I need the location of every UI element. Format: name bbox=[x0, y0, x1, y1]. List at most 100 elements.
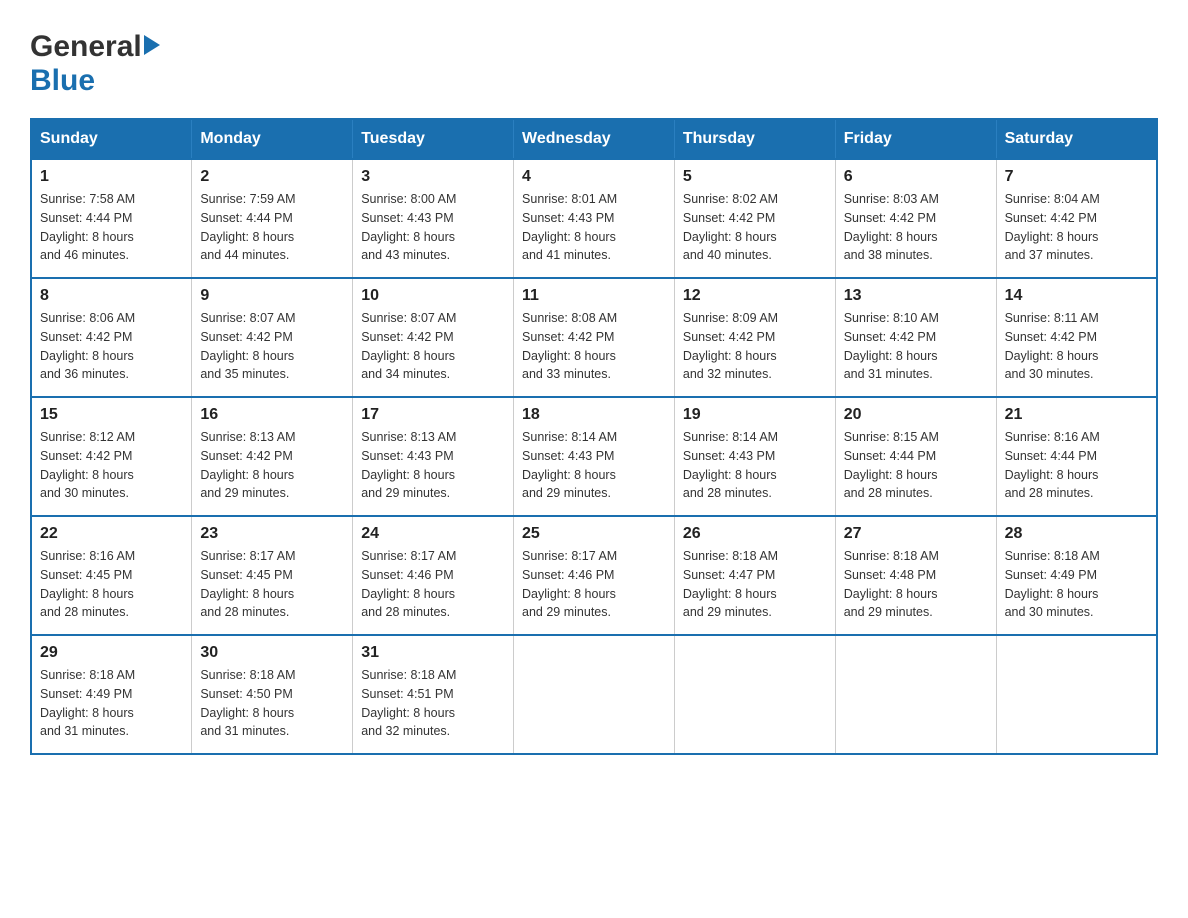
calendar-header: SundayMondayTuesdayWednesdayThursdayFrid… bbox=[31, 119, 1157, 159]
day-number: 4 bbox=[522, 168, 666, 186]
calendar-cell bbox=[835, 635, 996, 754]
day-info: Sunrise: 8:00 AMSunset: 4:43 PMDaylight:… bbox=[361, 190, 505, 265]
calendar-cell: 14 Sunrise: 8:11 AMSunset: 4:42 PMDayligh… bbox=[996, 278, 1157, 397]
day-info: Sunrise: 8:11 AMSunset: 4:42 PMDaylight:… bbox=[1005, 309, 1148, 384]
day-info: Sunrise: 8:07 AMSunset: 4:42 PMDaylight:… bbox=[361, 309, 505, 384]
calendar-cell: 2 Sunrise: 7:59 AMSunset: 4:44 PMDaylight… bbox=[192, 159, 353, 278]
day-of-week-wednesday: Wednesday bbox=[514, 119, 675, 159]
day-number: 27 bbox=[844, 525, 988, 543]
calendar-cell: 12Sunrise: 8:09 AMSunset: 4:42 PMDayligh… bbox=[674, 278, 835, 397]
day-info: Sunrise: 8:14 AMSunset: 4:43 PMDaylight:… bbox=[522, 428, 666, 503]
calendar-cell: 5 Sunrise: 8:02 AMSunset: 4:42 PMDaylight… bbox=[674, 159, 835, 278]
day-info: Sunrise: 8:16 AMSunset: 4:45 PMDaylight:… bbox=[40, 547, 183, 622]
calendar-cell: 15 Sunrise: 8:12 AMSunset: 4:42 PMDayligh… bbox=[31, 397, 192, 516]
day-info: Sunrise: 8:12 AMSunset: 4:42 PMDaylight:… bbox=[40, 428, 183, 503]
calendar-cell: 25 Sunrise: 8:17 AMSunset: 4:46 PMDayligh… bbox=[514, 516, 675, 635]
day-number: 24 bbox=[361, 525, 505, 543]
logo-arrow-icon bbox=[144, 35, 160, 55]
calendar-cell: 13 Sunrise: 8:10 AMSunset: 4:42 PMDayligh… bbox=[835, 278, 996, 397]
day-info: Sunrise: 8:10 AMSunset: 4:42 PMDaylight:… bbox=[844, 309, 988, 384]
calendar-cell: 28 Sunrise: 8:18 AMSunset: 4:49 PMDayligh… bbox=[996, 516, 1157, 635]
day-number: 15 bbox=[40, 406, 183, 424]
day-number: 3 bbox=[361, 168, 505, 186]
day-number: 30 bbox=[200, 644, 344, 662]
day-of-week-thursday: Thursday bbox=[674, 119, 835, 159]
calendar-cell: 16 Sunrise: 8:13 AMSunset: 4:42 PMDayligh… bbox=[192, 397, 353, 516]
day-number: 5 bbox=[683, 168, 827, 186]
week-row-4: 22 Sunrise: 8:16 AMSunset: 4:45 PMDayligh… bbox=[31, 516, 1157, 635]
calendar-cell: 24 Sunrise: 8:17 AMSunset: 4:46 PMDayligh… bbox=[353, 516, 514, 635]
day-number: 14 bbox=[1005, 287, 1148, 305]
day-of-week-tuesday: Tuesday bbox=[353, 119, 514, 159]
day-info: Sunrise: 8:16 AMSunset: 4:44 PMDaylight:… bbox=[1005, 428, 1148, 503]
day-info: Sunrise: 8:06 AMSunset: 4:42 PMDaylight:… bbox=[40, 309, 183, 384]
day-info: Sunrise: 8:14 AMSunset: 4:43 PMDaylight:… bbox=[683, 428, 827, 503]
day-info: Sunrise: 8:17 AMSunset: 4:46 PMDaylight:… bbox=[522, 547, 666, 622]
day-number: 11 bbox=[522, 287, 666, 305]
logo-general-text: General bbox=[30, 30, 142, 64]
day-number: 13 bbox=[844, 287, 988, 305]
day-number: 1 bbox=[40, 168, 183, 186]
day-number: 2 bbox=[200, 168, 344, 186]
calendar-cell: 29 Sunrise: 8:18 AMSunset: 4:49 PMDayligh… bbox=[31, 635, 192, 754]
day-number: 10 bbox=[361, 287, 505, 305]
day-info: Sunrise: 7:59 AMSunset: 4:44 PMDaylight:… bbox=[200, 190, 344, 265]
calendar-cell: 19 Sunrise: 8:14 AMSunset: 4:43 PMDayligh… bbox=[674, 397, 835, 516]
day-info: Sunrise: 8:18 AMSunset: 4:49 PMDaylight:… bbox=[1005, 547, 1148, 622]
day-info: Sunrise: 8:18 AMSunset: 4:47 PMDaylight:… bbox=[683, 547, 827, 622]
calendar-cell: 11Sunrise: 8:08 AMSunset: 4:42 PMDayligh… bbox=[514, 278, 675, 397]
day-number: 22 bbox=[40, 525, 183, 543]
day-of-week-saturday: Saturday bbox=[996, 119, 1157, 159]
calendar-cell: 26Sunrise: 8:18 AMSunset: 4:47 PMDayligh… bbox=[674, 516, 835, 635]
calendar-cell: 1 Sunrise: 7:58 AMSunset: 4:44 PMDaylight… bbox=[31, 159, 192, 278]
page-header: General Blue bbox=[30, 30, 1158, 98]
day-info: Sunrise: 8:17 AMSunset: 4:46 PMDaylight:… bbox=[361, 547, 505, 622]
calendar-cell: 7 Sunrise: 8:04 AMSunset: 4:42 PMDaylight… bbox=[996, 159, 1157, 278]
week-row-3: 15 Sunrise: 8:12 AMSunset: 4:42 PMDayligh… bbox=[31, 397, 1157, 516]
day-number: 7 bbox=[1005, 168, 1148, 186]
day-info: Sunrise: 8:18 AMSunset: 4:49 PMDaylight:… bbox=[40, 666, 183, 741]
day-info: Sunrise: 8:13 AMSunset: 4:42 PMDaylight:… bbox=[200, 428, 344, 503]
day-number: 23 bbox=[200, 525, 344, 543]
day-number: 31 bbox=[361, 644, 505, 662]
day-number: 25 bbox=[522, 525, 666, 543]
day-info: Sunrise: 8:03 AMSunset: 4:42 PMDaylight:… bbox=[844, 190, 988, 265]
day-info: Sunrise: 8:07 AMSunset: 4:42 PMDaylight:… bbox=[200, 309, 344, 384]
day-number: 17 bbox=[361, 406, 505, 424]
calendar-cell: 20Sunrise: 8:15 AMSunset: 4:44 PMDayligh… bbox=[835, 397, 996, 516]
calendar-cell: 21 Sunrise: 8:16 AMSunset: 4:44 PMDayligh… bbox=[996, 397, 1157, 516]
day-info: Sunrise: 8:04 AMSunset: 4:42 PMDaylight:… bbox=[1005, 190, 1148, 265]
day-of-week-sunday: Sunday bbox=[31, 119, 192, 159]
calendar-cell: 18 Sunrise: 8:14 AMSunset: 4:43 PMDayligh… bbox=[514, 397, 675, 516]
day-number: 21 bbox=[1005, 406, 1148, 424]
day-of-week-friday: Friday bbox=[835, 119, 996, 159]
calendar-body: 1 Sunrise: 7:58 AMSunset: 4:44 PMDaylight… bbox=[31, 159, 1157, 754]
calendar-cell: 22 Sunrise: 8:16 AMSunset: 4:45 PMDayligh… bbox=[31, 516, 192, 635]
logo-blue-text: Blue bbox=[30, 64, 95, 97]
calendar-cell: 23Sunrise: 8:17 AMSunset: 4:45 PMDayligh… bbox=[192, 516, 353, 635]
calendar-cell: 3 Sunrise: 8:00 AMSunset: 4:43 PMDaylight… bbox=[353, 159, 514, 278]
day-number: 28 bbox=[1005, 525, 1148, 543]
day-number: 18 bbox=[522, 406, 666, 424]
week-row-2: 8Sunrise: 8:06 AMSunset: 4:42 PMDaylight… bbox=[31, 278, 1157, 397]
calendar-cell bbox=[996, 635, 1157, 754]
calendar-cell: 6Sunrise: 8:03 AMSunset: 4:42 PMDaylight… bbox=[835, 159, 996, 278]
calendar-cell: 10 Sunrise: 8:07 AMSunset: 4:42 PMDayligh… bbox=[353, 278, 514, 397]
calendar-table: SundayMondayTuesdayWednesdayThursdayFrid… bbox=[30, 118, 1158, 755]
day-info: Sunrise: 7:58 AMSunset: 4:44 PMDaylight:… bbox=[40, 190, 183, 265]
calendar-cell: 31Sunrise: 8:18 AMSunset: 4:51 PMDayligh… bbox=[353, 635, 514, 754]
day-number: 29 bbox=[40, 644, 183, 662]
day-info: Sunrise: 8:18 AMSunset: 4:50 PMDaylight:… bbox=[200, 666, 344, 741]
calendar-cell bbox=[674, 635, 835, 754]
week-row-5: 29 Sunrise: 8:18 AMSunset: 4:49 PMDayligh… bbox=[31, 635, 1157, 754]
day-info: Sunrise: 8:01 AMSunset: 4:43 PMDaylight:… bbox=[522, 190, 666, 265]
day-info: Sunrise: 8:18 AMSunset: 4:48 PMDaylight:… bbox=[844, 547, 988, 622]
calendar-cell: 17 Sunrise: 8:13 AMSunset: 4:43 PMDayligh… bbox=[353, 397, 514, 516]
day-number: 19 bbox=[683, 406, 827, 424]
day-info: Sunrise: 8:15 AMSunset: 4:44 PMDaylight:… bbox=[844, 428, 988, 503]
day-info: Sunrise: 8:02 AMSunset: 4:42 PMDaylight:… bbox=[683, 190, 827, 265]
day-number: 12 bbox=[683, 287, 827, 305]
day-info: Sunrise: 8:13 AMSunset: 4:43 PMDaylight:… bbox=[361, 428, 505, 503]
day-number: 16 bbox=[200, 406, 344, 424]
calendar-cell: 27 Sunrise: 8:18 AMSunset: 4:48 PMDayligh… bbox=[835, 516, 996, 635]
